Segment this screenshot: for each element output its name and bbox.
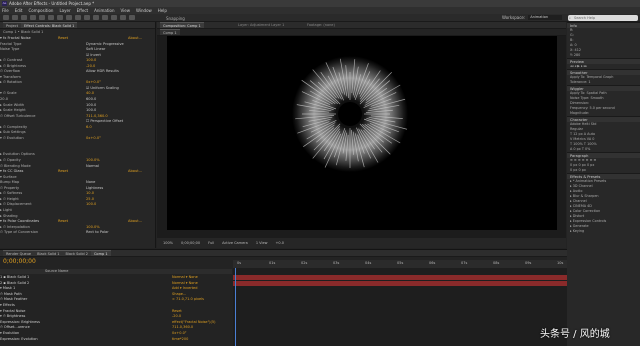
menu-item-view[interactable]: View [121, 8, 131, 13]
menu-item-help[interactable]: Help [158, 8, 167, 13]
clone-tool-icon[interactable] [102, 15, 108, 20]
rectangle-tool-icon[interactable] [66, 15, 72, 20]
camera-tool-icon[interactable] [48, 15, 54, 20]
roto-tool-icon[interactable] [120, 15, 126, 20]
puppet-tool-icon[interactable] [129, 15, 135, 20]
fractal-render [292, 56, 408, 172]
viewer-control[interactable]: Active Camera [222, 241, 248, 245]
time-ruler[interactable]: 0s 01s 02s 03s 04s 05s 06s 07s 08s 09s 10s [233, 260, 567, 268]
home-icon[interactable] [3, 15, 9, 20]
zoom-tool-icon[interactable] [30, 15, 36, 20]
eraser-tool-icon[interactable] [111, 15, 117, 20]
menu-item-edit[interactable]: Edit [15, 8, 23, 13]
viewer-control[interactable]: 0;00;00;00 [181, 241, 200, 245]
tab-project[interactable]: Project [3, 22, 21, 28]
effect-properties-list: ▾ fx Fractal Noise Reset About... Fractal … [0, 36, 156, 236]
viewer-control[interactable]: 100% [163, 241, 173, 245]
app-logo: Ae [2, 1, 7, 6]
search-help-input[interactable]: ⌕ Search Help [568, 15, 638, 21]
menu-item-effect[interactable]: Effect [77, 8, 89, 13]
composition-viewer[interactable] [167, 36, 557, 230]
ruler-tick: 09s [525, 261, 532, 265]
menu-item-window[interactable]: Window [136, 8, 152, 13]
ruler-tick: 05s [397, 261, 404, 265]
brush-tool-icon[interactable] [93, 15, 99, 20]
workspace-dropdown[interactable]: Animation [528, 15, 563, 20]
menu-item-layer[interactable]: Layer [59, 8, 70, 13]
layer-name: Expression: Evolution [0, 336, 38, 341]
snapping-toggle[interactable]: Snapping [166, 16, 185, 21]
layer-list: 1 ▪ Black Solid 1 Normal ▾ None 2 ▪ Black … [0, 275, 232, 342]
current-time-display[interactable]: 0;00;00;00 [3, 258, 36, 265]
hand-tool-icon[interactable] [21, 15, 27, 20]
layer-value[interactable]: time*200 [172, 337, 232, 343]
timeline-tabs: Render Queue Black Solid 1 Black Solid 2 Co… [0, 250, 567, 257]
layer-tracks [233, 268, 567, 346]
title-bar: Ae Adobe After Effects - Untitled Projec… [0, 0, 640, 7]
property-label: ▸ ⏱ Rotation [0, 80, 22, 85]
ruler-tick: 07s [461, 261, 468, 265]
source-name-header: Source Name [45, 269, 69, 273]
effect-controls-panel: Project Effect Controls: Black Solid 1 C… [0, 22, 156, 248]
workspace-label: Workspace: [502, 15, 526, 20]
timeline-tab[interactable]: Black Solid 1 [34, 250, 63, 256]
viewer-control[interactable]: +0.0 [276, 241, 285, 245]
ruler-tick: 06s [429, 261, 436, 265]
tab-comp-1[interactable]: Comp 1 [160, 29, 180, 35]
property-label: ⏱ Type of Conversion [0, 230, 39, 235]
panel-line: ▸ Keying [570, 229, 585, 233]
timeline-tab[interactable]: Black Solid 2 [62, 250, 91, 256]
ruler-tick: 10s [557, 261, 564, 265]
viewer-control[interactable]: Full [208, 241, 214, 245]
viewer-control[interactable]: 1 View [256, 241, 268, 245]
watermark: 头条号 / 风的城 [540, 329, 610, 340]
composition-subtabs: Comp 1 [157, 29, 566, 36]
ruler-tick: 01s [269, 261, 276, 265]
effect-property-row[interactable]: ⏱ Type of Conversion Rect to Polar [0, 230, 156, 236]
timeline-tab[interactable]: Render Queue [3, 250, 35, 256]
composition-tabs: Composition: Comp 1 [157, 22, 566, 29]
rotate-tool-icon[interactable] [39, 15, 45, 20]
pen-tool-icon[interactable] [75, 15, 81, 20]
layer-column-header: Source Name [0, 269, 232, 274]
layer-bar-2[interactable] [233, 281, 567, 286]
menu-item-animation[interactable]: Animation [94, 8, 114, 13]
menu-bar: File Edit Composition Layer Effect Animation V… [0, 7, 640, 14]
window-title: Adobe After Effects - Untitled Project.a… [9, 1, 95, 6]
tab-effect-controls[interactable]: Effect Controls: Black Solid 1 [20, 22, 78, 28]
ruler-tick: 04s [365, 261, 372, 265]
layer-bar-1[interactable] [233, 275, 567, 280]
property-value[interactable]: Rect to Polar [86, 230, 156, 236]
effect-controls-subtitle: Comp 1 • Black Solid 1 [3, 30, 44, 34]
menu-item-file[interactable]: File [2, 8, 9, 13]
ruler-tick: 02s [301, 261, 308, 265]
tab-composition[interactable]: Composition: Comp 1 [160, 22, 204, 28]
layer-row[interactable]: Expression: Evolution time*200 [0, 337, 232, 343]
tab-layer-panel[interactable]: Layer: Adjustment Layer 1 [238, 23, 284, 27]
timeline-tab[interactable]: Comp 1 [90, 250, 111, 256]
tab-footage-panel[interactable]: Footage: (none) [307, 23, 335, 27]
property-label: ⏱ Offset Turbulence [0, 113, 36, 118]
right-panels: Info R: G: B: A: 0 X: 412 Y: 280 Preview ◂◂ ◂ ▶ … [567, 22, 640, 346]
ruler-tick: 0s [237, 261, 242, 265]
workspace-selector[interactable]: Workspace: Animation [502, 15, 563, 20]
menu-item-composition[interactable]: Composition [28, 8, 53, 13]
playhead[interactable] [235, 268, 236, 346]
property-label: Noise Type [0, 47, 20, 52]
effect-controls-tabs: Project Effect Controls: Black Solid 1 [0, 22, 155, 29]
search-placeholder: Search Help [574, 16, 596, 20]
ruler-tick: 08s [493, 261, 500, 265]
selection-tool-icon[interactable] [12, 15, 18, 20]
search-icon: ⌕ [569, 16, 571, 20]
composition-panel: Composition: Comp 1 Comp 1 100% 0;00;00;0… [157, 22, 566, 248]
ruler-tick: 03s [333, 261, 340, 265]
pan-behind-tool-icon[interactable] [57, 15, 63, 20]
viewer-footer: 100% 0;00;00;00 Full Active Camera 1 View +0.… [157, 238, 566, 248]
property-label: ▾ ⏱ Evolution [0, 135, 24, 140]
type-tool-icon[interactable] [84, 15, 90, 20]
